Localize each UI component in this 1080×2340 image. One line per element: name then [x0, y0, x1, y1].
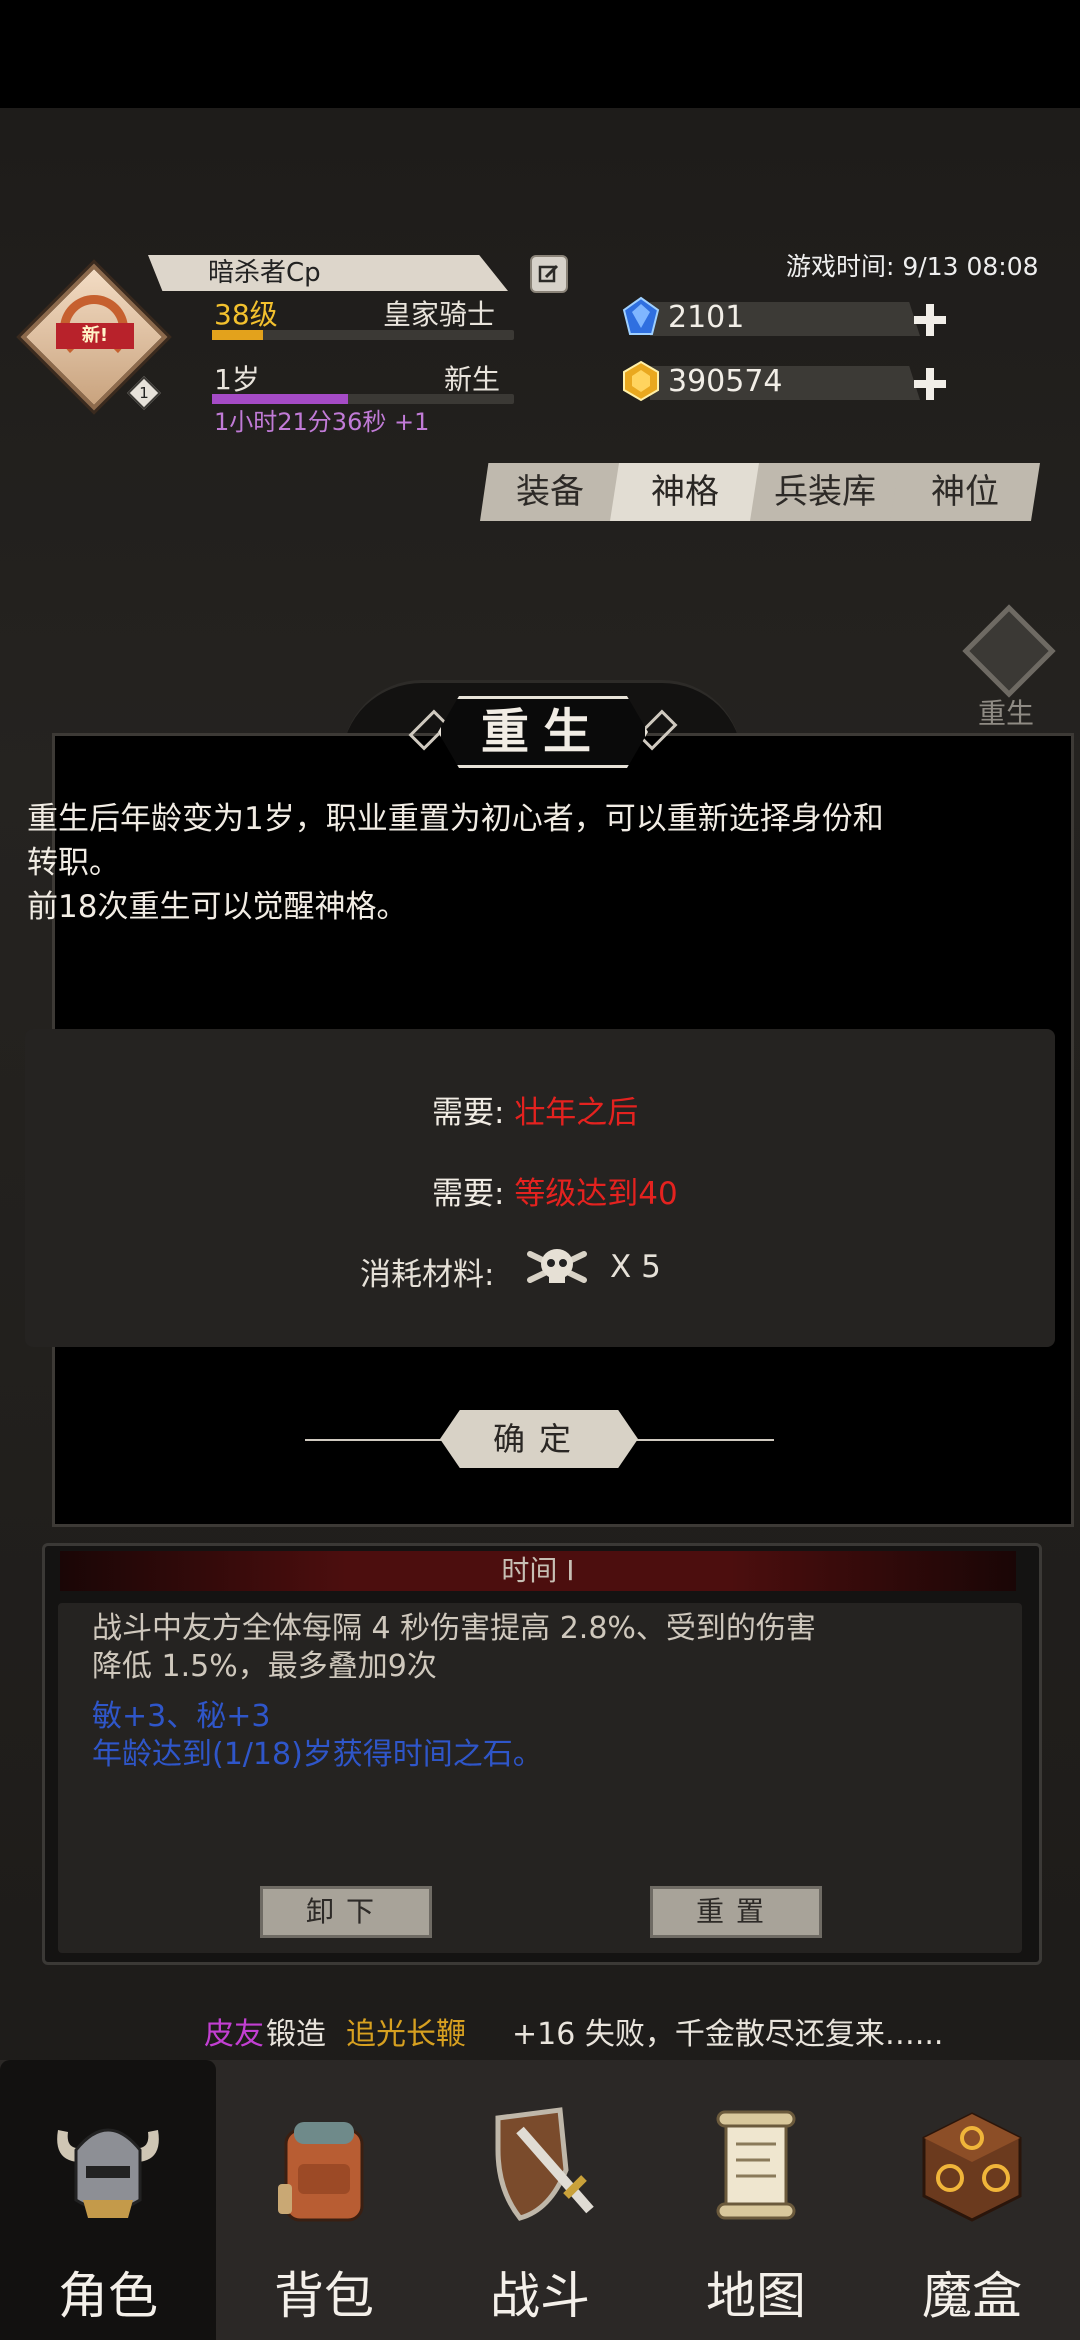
- unequip-button-label: 卸下: [305, 1895, 386, 1928]
- level-exp-bar: [212, 330, 514, 340]
- nav-character[interactable]: 角色: [0, 2060, 216, 2340]
- nav-map[interactable]: 地图: [648, 2060, 864, 2340]
- age-timer: 1小时21分36秒 +1: [214, 408, 430, 436]
- player-job: 皇家骑士: [383, 298, 496, 331]
- status-bar: [0, 0, 1080, 108]
- desc-line-1: 重生后年龄变为1岁，职业重置为初心者，可以重新选择身份和: [27, 801, 884, 837]
- magic-box-icon: [922, 2112, 1022, 2222]
- desc-line-2: 转职。: [27, 845, 120, 881]
- reset-button[interactable]: 重置: [650, 1886, 822, 1938]
- dialog-title-text: 重生: [480, 704, 605, 760]
- broadcast-ticker: 皮友 锻造 追光长鞭 +16 失败，千金散尽还复来…...: [0, 2010, 1080, 2060]
- scroll-map-icon: [716, 2110, 796, 2220]
- desc-line-3: 前18次重生可以觉醒神格。: [27, 889, 408, 925]
- rebirth-side-button[interactable]: 重生: [958, 604, 1068, 730]
- reset-button-label: 重置: [695, 1895, 776, 1928]
- bottom-navigation: 角色 背包 战斗 地图 魔盒: [0, 2060, 1080, 2340]
- cost-label: 消耗材料:: [360, 1257, 495, 1293]
- dialog-title: 重生: [438, 696, 648, 768]
- info-effect-text: 战斗中友方全体每隔 4 秒伤害提高 2.8%、受到的伤害 降低 1.5%，最多叠…: [92, 1610, 1002, 1686]
- player-level: 38级: [214, 298, 278, 331]
- rebirth-side-label: 重生: [978, 697, 1035, 730]
- nav-character-label: 角色: [58, 2267, 158, 2325]
- gold-gem-icon: [623, 360, 659, 402]
- edit-name-icon[interactable]: [530, 255, 568, 293]
- player-avatar[interactable]: 新! 1: [20, 263, 168, 411]
- requirement-1-label: 需要:: [432, 1095, 505, 1131]
- ticker-player: 皮友: [204, 2017, 264, 2052]
- nav-magic-box[interactable]: 魔盒: [864, 2060, 1080, 2340]
- ticker-item: 追光长鞭: [346, 2017, 466, 2052]
- requirement-1: 需要: 壮年之后: [432, 1087, 638, 1132]
- player-name-bar: 暗杀者Cp: [148, 255, 508, 291]
- tab-divinity[interactable]: 神格: [610, 463, 760, 521]
- requirement-2: 需要: 等级达到40: [432, 1168, 678, 1213]
- confirm-divider-left: [305, 1439, 445, 1441]
- requirement-2-label: 需要:: [432, 1176, 505, 1212]
- info-stat-bonus: 敏+3、秘+3: [92, 1699, 271, 1734]
- skull-icon: [527, 1249, 587, 1283]
- info-effect-line-2: 降低 1.5%，最多叠加9次: [92, 1649, 437, 1684]
- cost-quantity: X 5: [610, 1249, 661, 1285]
- blue-gem-amount: 2101: [668, 300, 745, 335]
- sword-shield-icon: [495, 2107, 594, 2221]
- unequip-button[interactable]: 卸下: [260, 1886, 432, 1938]
- confirm-button-label: 确定: [492, 1420, 585, 1458]
- player-age: 1岁: [214, 363, 260, 396]
- player-stage: 新生: [444, 363, 501, 396]
- info-effect-line-1: 战斗中友方全体每隔 4 秒伤害提高 2.8%、受到的伤害: [92, 1611, 816, 1646]
- ticker-message: +16 失败，千金散尽还复来…...: [512, 2017, 944, 2052]
- tab-god-seat[interactable]: 神位: [890, 463, 1040, 521]
- info-title: 时间 I: [501, 1554, 575, 1587]
- dialog-description: 重生后年龄变为1岁，职业重置为初心者，可以重新选择身份和 转职。 前18次重生可…: [27, 797, 1057, 929]
- nav-backpack-label: 背包: [274, 2267, 374, 2325]
- gold-gem-amount: 390574: [668, 364, 783, 399]
- tab-armory[interactable]: 兵装库: [750, 463, 900, 521]
- backpack-icon: [278, 2122, 364, 2222]
- tab-equipment[interactable]: 装备: [480, 463, 620, 521]
- confirm-button[interactable]: 确定: [440, 1410, 638, 1468]
- rank-badge: 1: [127, 376, 161, 410]
- rebirth-emblem-icon: [962, 604, 1056, 698]
- blue-gem-icon: [622, 296, 660, 335]
- info-age-note: 年龄达到(1/18)岁获得时间之石。: [92, 1737, 543, 1772]
- helmet-icon: [57, 2128, 159, 2218]
- nav-battle[interactable]: 战斗: [432, 2060, 648, 2340]
- nav-backpack[interactable]: 背包: [216, 2060, 432, 2340]
- new-badge: 新!: [56, 323, 134, 349]
- player-name: 暗杀者Cp: [208, 258, 321, 288]
- add-blue-gem-button[interactable]: [912, 302, 948, 338]
- requirement-2-value: 等级达到40: [514, 1176, 678, 1212]
- game-time: 游戏时间: 9/13 08:08: [786, 252, 1039, 281]
- confirm-divider-right: [634, 1439, 774, 1441]
- rank-badge-text: 1: [139, 384, 149, 402]
- currency-blue-gem: 2101: [620, 296, 950, 338]
- nav-magic-box-label: 魔盒: [922, 2267, 1022, 2325]
- ticker-action: 锻造: [266, 2017, 326, 2052]
- nav-map-label: 地图: [706, 2267, 806, 2325]
- add-gold-gem-button[interactable]: [912, 366, 948, 402]
- info-title-bar: 时间 I: [60, 1551, 1016, 1591]
- nav-battle-label: 战斗: [490, 2267, 590, 2325]
- requirement-1-value: 壮年之后: [514, 1095, 639, 1131]
- currency-gold-gem: 390574: [620, 360, 950, 402]
